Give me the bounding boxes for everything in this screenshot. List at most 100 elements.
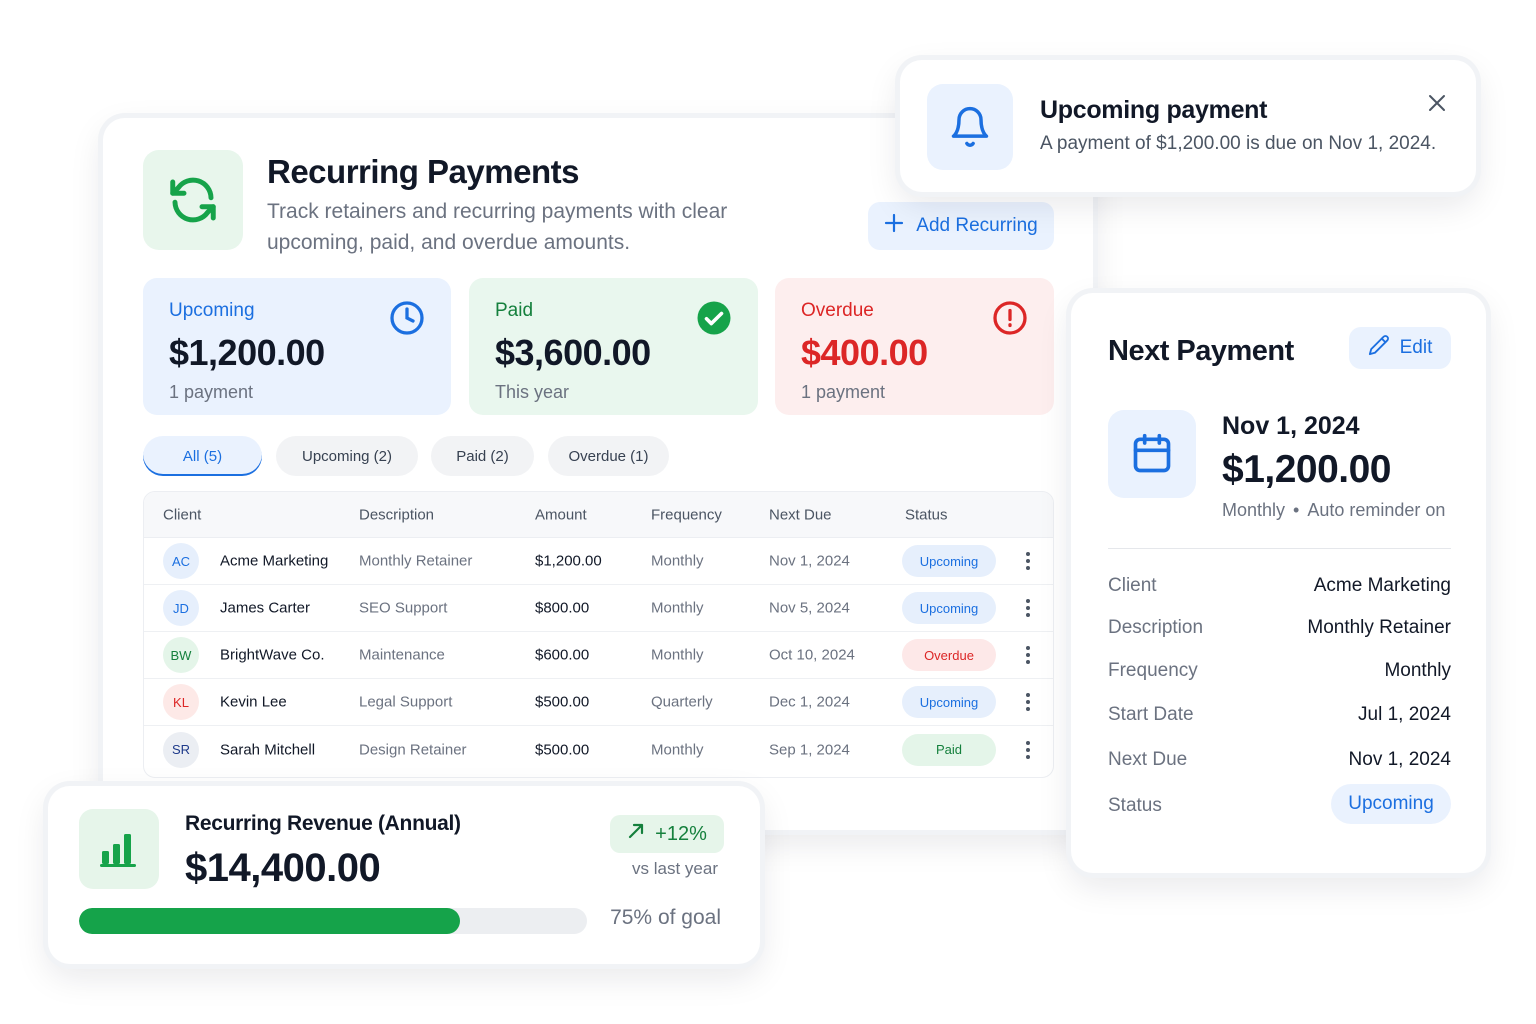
clock-icon (389, 300, 425, 341)
upcoming-stat-card[interactable]: Upcoming $1,200.00 1 payment (143, 278, 451, 415)
upcoming-stat-value: $1,200.00 (169, 332, 325, 373)
revenue-comparison: vs last year (632, 859, 718, 878)
detail-value: Jul 1, 2024 (1358, 704, 1451, 725)
paid-stat-sub: This year (495, 382, 570, 402)
more-options-icon[interactable] (1020, 739, 1036, 761)
trend-up-icon (627, 822, 645, 846)
goal-progress-text: 75% of goal (610, 906, 721, 929)
next-payment-panel: Next Payment Edit Nov 1, 2024 $1,200.00 … (1071, 293, 1486, 873)
next-due-cell: Nov 1, 2024 (769, 552, 850, 570)
status-badge: Upcoming (902, 686, 996, 718)
column-header-client[interactable]: Client (163, 506, 201, 523)
table-header: Client Description Amount Frequency Next… (144, 492, 1053, 538)
table-row[interactable]: SR Sarah Mitchell Design Retainer $500.00 Mo… (144, 726, 1053, 773)
detail-key: Client (1108, 575, 1157, 596)
table-row[interactable]: JD James Carter SEO Support $800.00 Monthly N… (144, 585, 1053, 632)
revenue-value: $14,400.00 (185, 846, 381, 890)
tab-paid[interactable]: Paid (2) (431, 436, 534, 476)
revenue-title: Recurring Revenue (Annual) (185, 812, 461, 835)
recurring-payments-panel: Recurring Payments Track retainers and r… (103, 118, 1093, 830)
overdue-stat-card[interactable]: Overdue $400.00 1 payment (775, 278, 1054, 415)
detail-key: Next Due (1108, 749, 1188, 770)
next-due-cell: Sep 1, 2024 (769, 741, 850, 758)
tab-upcoming[interactable]: Upcoming (2) (276, 436, 418, 476)
detail-frequency: Frequency Monthly (1108, 656, 1451, 686)
frequency-cell: Monthly (651, 741, 704, 758)
edit-button[interactable]: Edit (1349, 327, 1451, 369)
overdue-stat-sub: 1 payment (801, 382, 886, 402)
more-options-icon[interactable] (1020, 550, 1036, 572)
toast-message: A payment of $1,200.00 is due on Nov 1, … (1040, 133, 1437, 154)
client-avatar: JD (163, 590, 199, 626)
detail-key: Description (1108, 617, 1204, 638)
upcoming-stat-sub: 1 payment (169, 382, 254, 402)
edit-label: Edit (1399, 337, 1433, 358)
frequency-cell: Monthly (651, 552, 704, 570)
add-recurring-button[interactable]: Add Recurring (868, 202, 1054, 250)
bar-chart-icon (79, 809, 159, 889)
description-cell: Maintenance (359, 646, 445, 664)
page-title: Recurring Payments (267, 153, 579, 190)
status-badge: Upcoming (902, 592, 996, 624)
next-payment-date: Nov 1, 2024 (1222, 412, 1360, 440)
detail-key: Frequency (1108, 660, 1198, 681)
client-avatar: KL (163, 684, 199, 720)
description-cell: Monthly Retainer (359, 552, 473, 570)
frequency-cell: Monthly (651, 646, 704, 664)
close-icon[interactable] (1428, 94, 1446, 117)
more-options-icon[interactable] (1020, 597, 1036, 619)
revenue-change: +12% (655, 822, 707, 845)
tab-all[interactable]: All (5) (143, 436, 262, 476)
goal-progress-bar (79, 908, 587, 934)
status-badge: Paid (902, 733, 996, 766)
column-header-status[interactable]: Status (905, 506, 948, 523)
alert-circle-icon (992, 300, 1028, 341)
paid-stat-card[interactable]: Paid $3,600.00 This year (469, 278, 758, 415)
next-payment-amount: $1,200.00 (1222, 448, 1392, 491)
more-options-icon[interactable] (1020, 644, 1036, 666)
next-payment-title: Next Payment (1108, 335, 1294, 367)
frequency-cell: Quarterly (651, 693, 713, 711)
detail-status: Status Upcoming (1108, 784, 1451, 824)
column-header-frequency[interactable]: Frequency (651, 506, 722, 523)
more-options-icon[interactable] (1020, 691, 1036, 713)
payments-table: Client Description Amount Frequency Next… (143, 491, 1054, 778)
refresh-icon (143, 150, 243, 250)
upcoming-payment-toast: Upcoming payment A payment of $1,200.00 … (900, 60, 1476, 192)
description-cell: Design Retainer (359, 741, 467, 758)
table-row[interactable]: KL Kevin Lee Legal Support $500.00 Quarterly… (144, 679, 1053, 726)
client-name: Kevin Lee (220, 693, 287, 711)
amount-cell: $1,200.00 (535, 552, 602, 570)
client-name: Acme Marketing (220, 552, 329, 570)
client-name: James Carter (220, 599, 311, 617)
next-due-cell: Oct 10, 2024 (769, 646, 855, 664)
page-subtitle: Track retainers and recurring payments w… (267, 200, 728, 254)
next-payment-frequency: Monthly (1222, 500, 1286, 520)
upcoming-stat-label: Upcoming (169, 300, 255, 321)
detail-value: Acme Marketing (1313, 575, 1451, 596)
description-cell: Legal Support (359, 693, 453, 711)
goal-progress-fill (79, 908, 460, 934)
detail-value: Monthly (1384, 660, 1451, 681)
status-badge: Upcoming (1331, 784, 1451, 824)
column-header-description[interactable]: Description (359, 506, 434, 523)
bell-icon (927, 84, 1013, 170)
amount-cell: $800.00 (535, 599, 590, 617)
detail-value: Monthly Retainer (1307, 617, 1451, 638)
client-name: Sarah Mitchell (220, 741, 316, 758)
pencil-icon (1368, 334, 1390, 362)
tab-overdue[interactable]: Overdue (1) (548, 436, 669, 476)
amount-cell: $500.00 (535, 693, 590, 711)
toast-title: Upcoming payment (1040, 96, 1268, 124)
next-payment-meta: Monthly • Auto reminder on (1222, 500, 1445, 521)
description-cell: SEO Support (359, 599, 448, 617)
client-avatar: SR (163, 731, 199, 768)
column-header-next-due[interactable]: Next Due (769, 506, 832, 523)
table-row[interactable]: BW BrightWave Co. Maintenance $600.00 Monthl… (144, 632, 1053, 679)
column-header-amount[interactable]: Amount (535, 506, 587, 523)
detail-key: Status (1108, 795, 1162, 816)
divider (1108, 548, 1451, 549)
table-row[interactable]: AC Acme Marketing Monthly Retainer $1,200.0… (144, 538, 1053, 585)
amount-cell: $600.00 (535, 646, 590, 664)
detail-client: Client Acme Marketing (1108, 571, 1451, 601)
